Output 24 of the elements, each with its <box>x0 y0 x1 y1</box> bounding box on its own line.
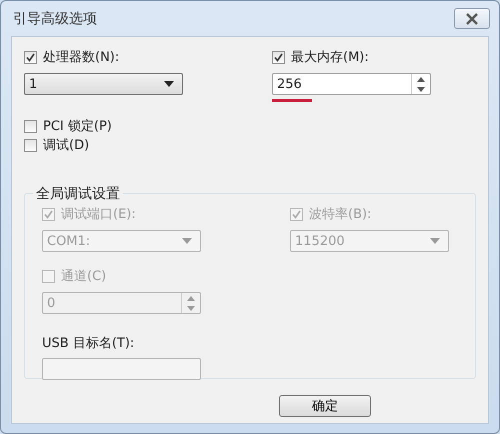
checkbox[interactable] <box>24 138 37 152</box>
close-button[interactable] <box>454 8 490 29</box>
dropdown-arrow-icon <box>164 81 174 87</box>
ok-button[interactable]: 确定 <box>279 395 371 417</box>
close-icon <box>465 12 479 24</box>
option-label: 调试(D) <box>43 137 90 154</box>
checkbox[interactable] <box>272 50 285 64</box>
checkbox[interactable] <box>24 120 37 132</box>
baud-rate-label: 波特率(B): <box>309 206 372 223</box>
checkbox[interactable] <box>24 50 37 64</box>
dropdown-arrow-icon <box>182 238 192 244</box>
dropdown-arrow-icon <box>430 238 440 244</box>
processors-dropdown[interactable]: 1 <box>24 73 183 95</box>
debug-port-label: 调试端口(E): <box>61 206 136 223</box>
group-title: 全局调试设置 <box>33 185 123 203</box>
max-memory-label: 最大内存(M): <box>291 49 369 66</box>
processors-label: 处理器数(N): <box>43 49 120 66</box>
window-title: 引导高级选项 <box>13 10 97 28</box>
usb-target-field[interactable] <box>42 358 201 380</box>
underline-mark <box>272 99 312 102</box>
usb-target-label: USB 目标名(T): <box>42 335 136 352</box>
option-label: PCI 锁定(P) <box>43 118 112 135</box>
channel-label: 通道(C) <box>61 268 106 285</box>
max-memory-field[interactable]: 256 <box>272 73 431 95</box>
